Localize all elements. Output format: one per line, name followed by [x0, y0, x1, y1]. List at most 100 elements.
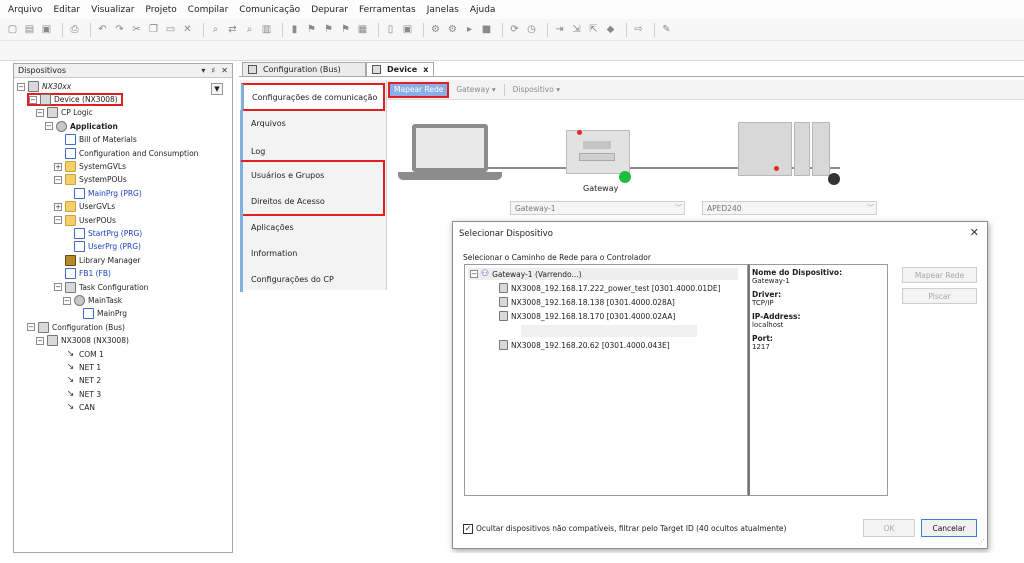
- expand-icon[interactable]: +: [54, 202, 62, 211]
- expand-icon[interactable]: +: [54, 162, 62, 171]
- cut-icon[interactable]: ✂: [130, 23, 143, 36]
- tab-applications[interactable]: Aplicações: [240, 214, 387, 240]
- delete-icon[interactable]: ✕: [181, 23, 194, 36]
- bookmark-prev-icon[interactable]: ⚑: [322, 23, 335, 36]
- cancel-button[interactable]: Cancelar: [921, 519, 977, 537]
- collapse-icon[interactable]: −: [45, 122, 53, 131]
- device-list-item[interactable]: NX3008_192.168.18.170 [0301.4000.02AA]: [499, 310, 675, 322]
- collapse-icon[interactable]: −: [36, 336, 44, 345]
- window-icon[interactable]: ▣: [401, 23, 414, 36]
- undo-icon[interactable]: ↶: [96, 23, 109, 36]
- bookmark-icon[interactable]: ▮: [288, 23, 301, 36]
- run-icon[interactable]: ▸: [463, 23, 476, 36]
- close-icon[interactable]: ✕: [970, 226, 979, 239]
- tab-access-rights[interactable]: Direitos de Acesso: [240, 188, 387, 214]
- menu-visualizar[interactable]: Visualizar: [91, 5, 134, 15]
- tree-item[interactable]: ↘ COM 1: [54, 348, 104, 361]
- redo-icon[interactable]: ↷: [113, 23, 126, 36]
- collapse-icon[interactable]: −: [17, 82, 25, 91]
- menu-arquivo[interactable]: Arquivo: [8, 5, 42, 15]
- collapse-icon[interactable]: −: [36, 108, 44, 117]
- close-icon[interactable]: ✕: [221, 66, 228, 75]
- tree-item[interactable]: StartPrg (PRG): [63, 227, 142, 240]
- collapse-icon[interactable]: −: [470, 270, 478, 278]
- tree-item[interactable]: FB1 (FB): [54, 267, 111, 280]
- reset-icon[interactable]: ⟳: [508, 23, 521, 36]
- collapse-icon[interactable]: −: [54, 216, 62, 225]
- step-into-icon[interactable]: ⇲: [570, 23, 583, 36]
- collapse-icon[interactable]: −: [29, 95, 37, 104]
- tree-item[interactable]: − Configuration (Bus): [27, 321, 125, 334]
- tab-plc-settings[interactable]: Configurações do CP: [240, 266, 387, 292]
- tree-item[interactable]: − MainTask: [63, 294, 122, 307]
- tree-item[interactable]: + UserGVLs: [54, 200, 115, 213]
- tree-item[interactable]: ↘ NET 2: [54, 374, 101, 387]
- replace-icon[interactable]: ⇄: [226, 23, 239, 36]
- tab-files[interactable]: Arquivos: [240, 110, 387, 136]
- paste-icon[interactable]: ▭: [164, 23, 177, 36]
- menu-depurar[interactable]: Depurar: [311, 5, 348, 15]
- panel-menu-icon[interactable]: ▾: [201, 66, 205, 75]
- collapse-icon[interactable]: −: [54, 175, 62, 184]
- tree-item[interactable]: − Application: [45, 120, 118, 133]
- hide-incompatible-checkbox[interactable]: ✓: [463, 524, 473, 534]
- collapse-icon[interactable]: −: [54, 283, 62, 292]
- device-select[interactable]: APED240 ﹀: [702, 201, 877, 215]
- root-dropdown[interactable]: ▼: [211, 82, 231, 96]
- build-icon[interactable]: ▦: [356, 23, 369, 36]
- tree-item[interactable]: ↘ NET 3: [54, 388, 101, 401]
- device-menu[interactable]: Dispositivo ▾: [509, 82, 564, 98]
- copy-icon[interactable]: ❐: [147, 23, 160, 36]
- print-icon[interactable]: ⎙: [68, 23, 81, 36]
- ok-button[interactable]: OK: [863, 519, 915, 537]
- doc-icon[interactable]: ▯: [384, 23, 397, 36]
- tab-information[interactable]: Information: [240, 240, 387, 266]
- scan-network-button[interactable]: Mapear Rede: [388, 81, 450, 98]
- tree-item[interactable]: Configuration and Consumption: [54, 147, 198, 160]
- find-icon[interactable]: ⌕: [209, 23, 222, 36]
- tree-item[interactable]: Bill of Materials: [54, 133, 137, 146]
- device-list-item[interactable]: NX3008_192.168.20.62 [0301.4000.043E]: [499, 339, 670, 351]
- tree-item[interactable]: − Task Configuration: [54, 281, 148, 294]
- chevron-down-icon[interactable]: ▼: [211, 83, 223, 95]
- tree-item[interactable]: ↘ CAN: [54, 401, 95, 414]
- tree-item[interactable]: ↘ NET 1: [54, 361, 101, 374]
- close-tab-icon[interactable]: x: [423, 65, 428, 74]
- tree-item[interactable]: − NX3008 (NX3008): [36, 334, 129, 347]
- collapse-icon[interactable]: −: [63, 296, 71, 305]
- resize-grip-icon[interactable]: ⋰: [978, 538, 985, 546]
- tree-item[interactable]: Library Manager: [54, 254, 140, 267]
- login-icon[interactable]: ⚙: [429, 23, 442, 36]
- tree-root[interactable]: − NX30xx: [17, 80, 71, 93]
- bookmark-next-icon[interactable]: ⚑: [305, 23, 318, 36]
- write-values-icon[interactable]: ⇨: [632, 23, 645, 36]
- logout-icon[interactable]: ⚙: [446, 23, 459, 36]
- gateway-node[interactable]: − ⚇ Gateway-1 (Varrendo...): [468, 268, 738, 280]
- tab-users-groups[interactable]: Usuários e Grupos: [240, 162, 387, 188]
- new-file-icon[interactable]: ▢: [6, 23, 19, 36]
- breakpoint-icon[interactable]: ◆: [604, 23, 617, 36]
- menu-ajuda[interactable]: Ajuda: [470, 5, 496, 15]
- pen-icon[interactable]: ✎: [660, 23, 673, 36]
- tree-item[interactable]: − Device (NX3008): [27, 93, 123, 106]
- step-over-icon[interactable]: ⇥: [553, 23, 566, 36]
- tree-item[interactable]: − CP Logic: [36, 106, 93, 119]
- blink-button[interactable]: Piscar: [902, 288, 977, 304]
- menu-compilar[interactable]: Compilar: [188, 5, 229, 15]
- tree-item[interactable]: − SystemPOUs: [54, 173, 127, 186]
- pin-icon[interactable]: ♯: [211, 66, 215, 75]
- device-list-item[interactable]: NX3008_192.168.17.222_power_test [0301.4…: [499, 282, 721, 294]
- gateway-select[interactable]: Gateway-1 ﹀: [510, 201, 685, 215]
- tree-item[interactable]: UserPrg (PRG): [63, 240, 141, 253]
- tab-device[interactable]: Device x: [366, 62, 434, 76]
- find-next-icon[interactable]: ⌕: [243, 23, 256, 36]
- device-list-item[interactable]: NX3008_192.168.18.138 [0301.4000.028A]: [499, 296, 675, 308]
- collapse-icon[interactable]: −: [27, 323, 35, 332]
- tree-item[interactable]: − UserPOUs: [54, 214, 116, 227]
- bookmark-clear-icon[interactable]: ⚑: [339, 23, 352, 36]
- menu-janelas[interactable]: Janelas: [427, 5, 459, 15]
- menu-comunicacao[interactable]: Comunicação: [239, 5, 300, 15]
- tree-item[interactable]: + SystemGVLs: [54, 160, 126, 173]
- tree-item[interactable]: MainPrg: [72, 307, 127, 320]
- menu-editar[interactable]: Editar: [53, 5, 80, 15]
